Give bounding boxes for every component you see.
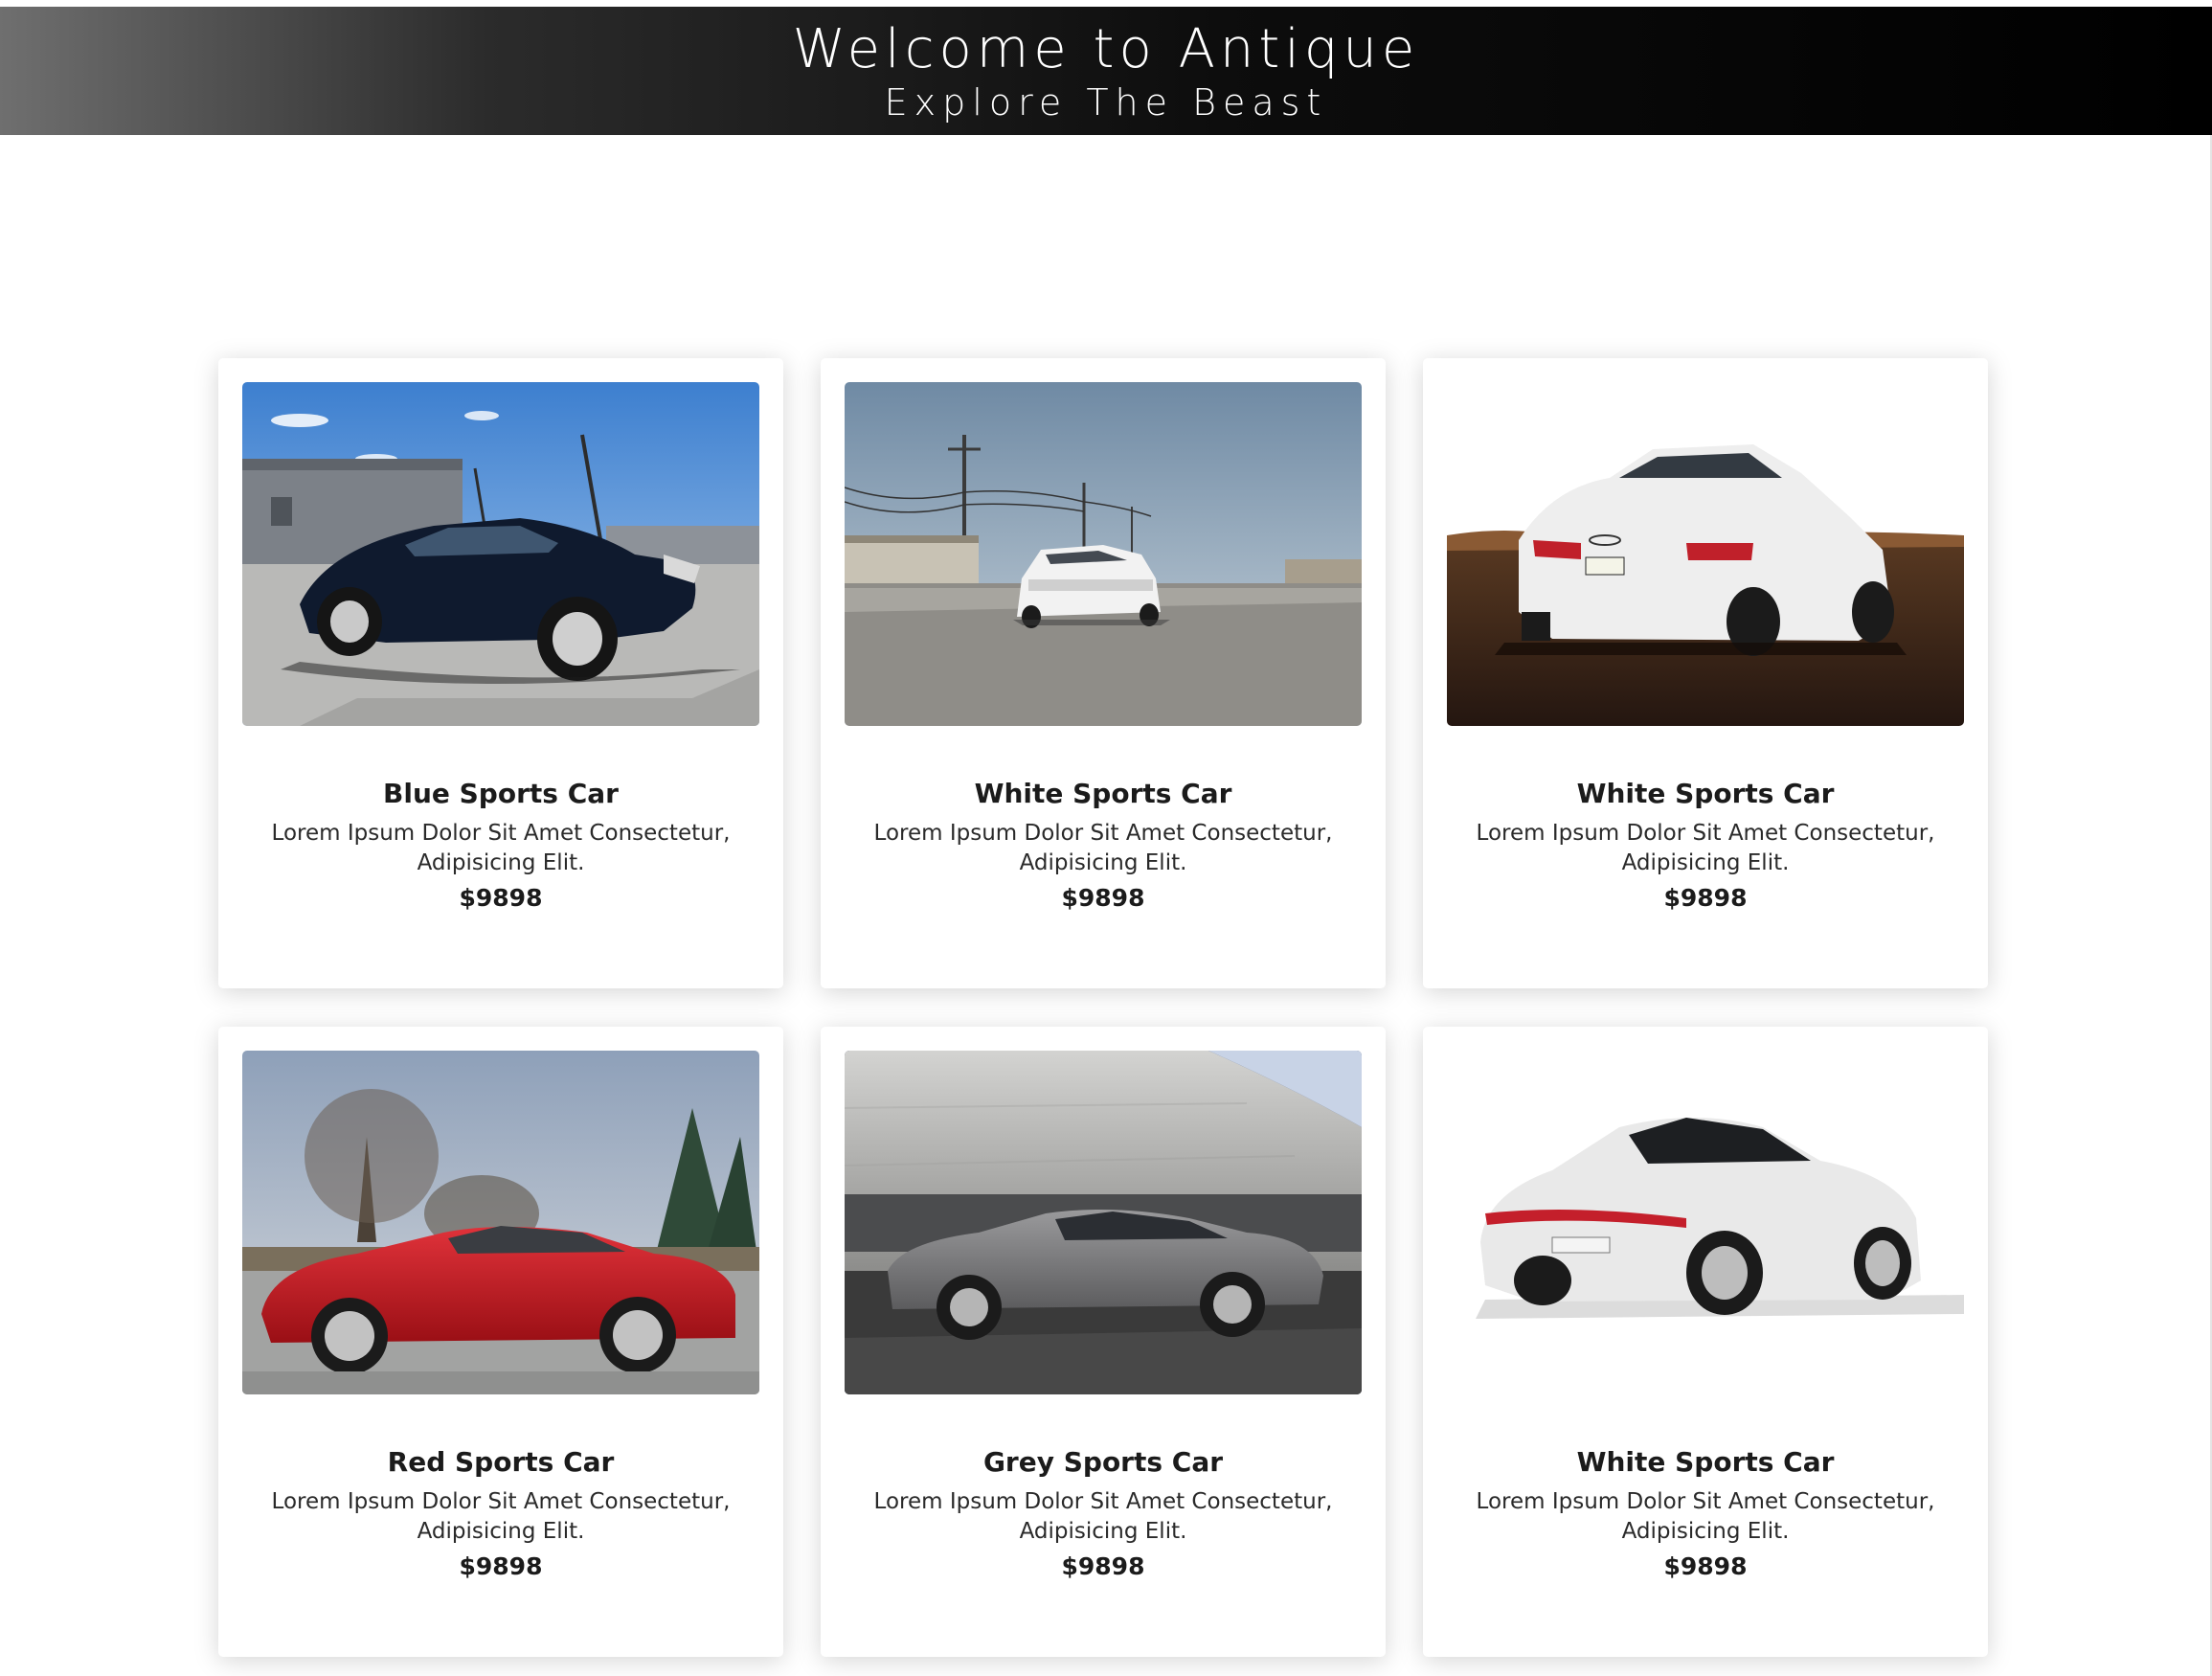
- car-title: White Sports Car: [1576, 1446, 1835, 1478]
- car-title: Red Sports Car: [387, 1446, 615, 1478]
- blue-sedan-photo: [242, 382, 759, 726]
- car-title: White Sports Car: [1576, 778, 1835, 809]
- car-description: Lorem Ipsum Dolor Sit Amet Consectetur, …: [1476, 1489, 1935, 1544]
- top-border: [0, 0, 2212, 7]
- car-card[interactable]: White Sports Car Lorem Ipsum Dolor Sit A…: [821, 358, 1386, 988]
- white-muscle-car-photo: [845, 382, 1362, 726]
- car-description: Lorem Ipsum Dolor Sit Amet Consectetur, …: [873, 1489, 1333, 1544]
- grey-sedan-photo: [845, 1051, 1362, 1394]
- car-price: $9898: [459, 884, 543, 912]
- car-card[interactable]: Blue Sports Car Lorem Ipsum Dolor Sit Am…: [218, 358, 783, 988]
- car-card[interactable]: Grey Sports Car Lorem Ipsum Dolor Sit Am…: [821, 1027, 1386, 1657]
- car-title: Blue Sports Car: [383, 778, 619, 809]
- site-header: Welcome to Antique Explore The Beast: [0, 7, 2212, 135]
- car-grid: Blue Sports Car Lorem Ipsum Dolor Sit Am…: [218, 358, 1988, 1657]
- header-subtitle: Explore The Beast: [884, 81, 1328, 124]
- header-title: Welcome to Antique: [792, 18, 1420, 80]
- car-price: $9898: [459, 1552, 543, 1580]
- car-description: Lorem Ipsum Dolor Sit Amet Consectetur, …: [1476, 821, 1935, 875]
- car-price: $9898: [1061, 884, 1145, 912]
- car-card[interactable]: White Sports Car Lorem Ipsum Dolor Sit A…: [1423, 1027, 1988, 1657]
- red-sedan-photo: [242, 1051, 759, 1394]
- car-description: Lorem Ipsum Dolor Sit Amet Consectetur, …: [271, 1489, 731, 1544]
- white-sedan-studio-photo: [1447, 1051, 1964, 1394]
- car-description: Lorem Ipsum Dolor Sit Amet Consectetur, …: [271, 821, 731, 875]
- car-price: $9898: [1663, 1552, 1748, 1580]
- white-sedan-rear-photo: [1447, 382, 1964, 726]
- car-card[interactable]: Red Sports Car Lorem Ipsum Dolor Sit Ame…: [218, 1027, 783, 1657]
- car-title: White Sports Car: [974, 778, 1232, 809]
- car-description: Lorem Ipsum Dolor Sit Amet Consectetur, …: [873, 821, 1333, 875]
- car-title: Grey Sports Car: [982, 1446, 1224, 1478]
- car-card[interactable]: White Sports Car Lorem Ipsum Dolor Sit A…: [1423, 358, 1988, 988]
- car-price: $9898: [1061, 1552, 1145, 1580]
- car-price: $9898: [1663, 884, 1748, 912]
